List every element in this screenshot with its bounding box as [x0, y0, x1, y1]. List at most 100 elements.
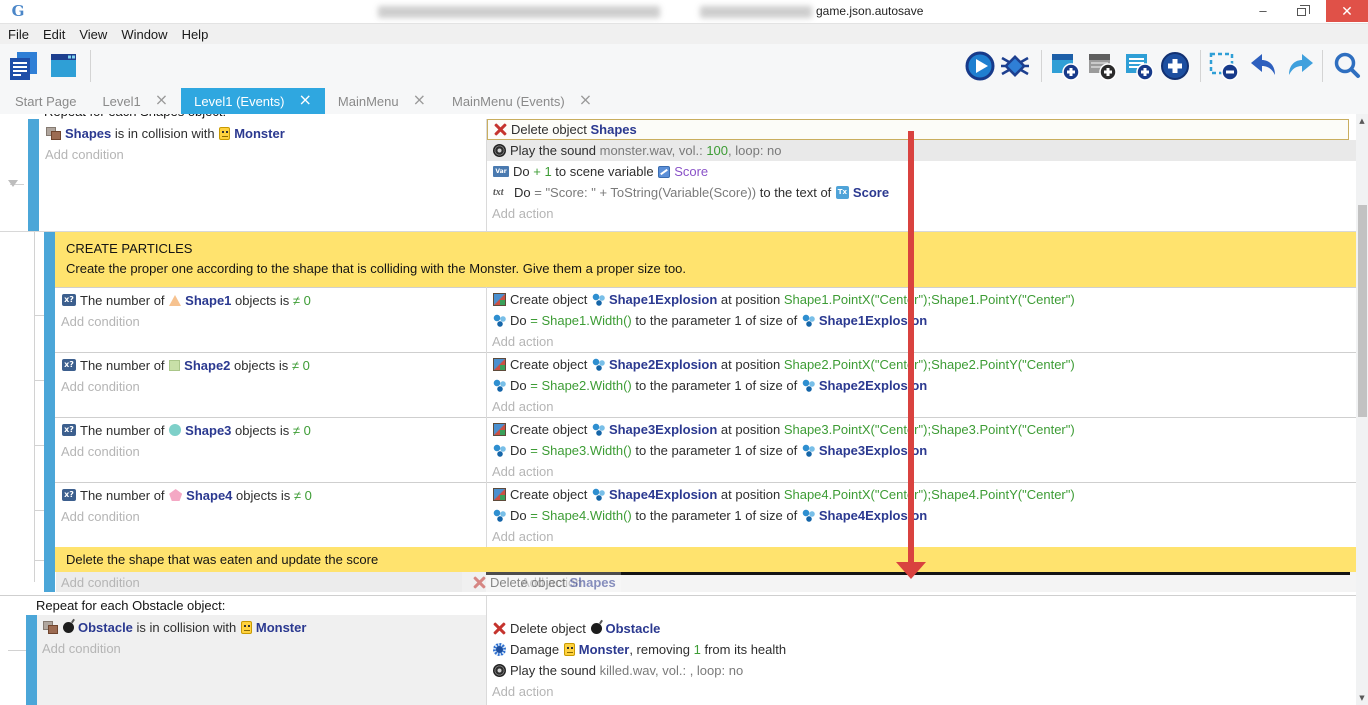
action-row[interactable]: Delete object Shapes — [487, 119, 1349, 140]
comment-block[interactable]: CREATE PARTICLES Create the proper one a… — [55, 232, 1356, 287]
add-action-button[interactable]: Add action — [487, 396, 1356, 417]
event-drag-bar[interactable] — [44, 417, 55, 482]
scene-window-button[interactable] — [46, 49, 80, 83]
action-row[interactable]: Create object Shape1Explosion at positio… — [487, 289, 1356, 310]
play-preview-button[interactable] — [963, 49, 997, 83]
action-row[interactable]: Do = Shape1.Width() to the parameter 1 o… — [487, 310, 1356, 331]
actions-cell: Delete object ObstacleDamage Monster, re… — [486, 596, 1356, 705]
add-action-button[interactable]: Add action — [487, 681, 1356, 702]
event-drag-bar[interactable] — [26, 615, 37, 705]
dragged-action-row[interactable]: Delete object Shapes — [467, 572, 616, 593]
text-segment: Play the sound — [510, 663, 600, 678]
action-row[interactable]: Create object Shape2Explosion at positio… — [487, 354, 1356, 375]
create-icon — [493, 293, 506, 306]
action-row[interactable]: Delete object Obstacle — [487, 618, 1356, 639]
add-action-button[interactable]: Add action — [487, 526, 1356, 547]
condition-row[interactable]: Shapes is in collision with Monster — [40, 123, 486, 144]
search-magnifier-button[interactable] — [1330, 49, 1364, 83]
close-tab-icon[interactable] — [579, 94, 592, 109]
tab-mainmenu-events-[interactable]: MainMenu (Events) — [439, 88, 605, 114]
particle-icon — [493, 509, 506, 522]
action-row[interactable]: Damage Monster, removing 1 from its heal… — [487, 639, 1356, 660]
redo-arrow-button[interactable] — [1284, 49, 1318, 83]
close-tab-icon[interactable] — [298, 94, 311, 109]
add-plus-circle-button[interactable] — [1158, 49, 1192, 83]
text-segment: to the parameter 1 of size of — [632, 443, 801, 458]
delete-selection-button[interactable] — [1207, 49, 1241, 83]
action-row[interactable]: Do = Shape2.Width() to the parameter 1 o… — [487, 375, 1356, 396]
add-condition-button[interactable]: Add condition — [37, 638, 486, 659]
action-row[interactable]: Do = "Score: " + ToString(Variable(Score… — [487, 182, 1356, 203]
add-condition-button[interactable]: Add condition — [40, 144, 486, 165]
condition-row[interactable]: The number of Shape3 objects is ≠ 0 — [56, 420, 486, 441]
add-action-button[interactable]: Add action — [516, 572, 1356, 593]
repeat-event-header[interactable]: Repeat for each Obstacle object: — [36, 598, 225, 613]
comment-title: CREATE PARTICLES — [66, 239, 1356, 259]
text-segment: Add action — [492, 529, 553, 544]
menu-window[interactable]: Window — [121, 27, 177, 42]
debug-bug-button[interactable] — [998, 49, 1032, 83]
comment-title: Delete the shape that was eaten and upda… — [66, 550, 1356, 569]
scroll-down-icon[interactable]: ▼ — [1356, 691, 1368, 705]
add-action-button[interactable]: Add action — [487, 331, 1356, 352]
close-button[interactable]: ✕ — [1326, 0, 1368, 22]
tab-mainmenu[interactable]: MainMenu — [325, 88, 439, 114]
event-drag-bar[interactable] — [44, 352, 55, 417]
text-segment: at position — [717, 422, 784, 437]
particle-icon — [493, 314, 506, 327]
action-row[interactable]: Play the sound killed.wav, vol.: , loop:… — [487, 660, 1356, 681]
condition-row[interactable]: The number of Shape1 objects is ≠ 0 — [56, 290, 486, 311]
menu-view[interactable]: View — [79, 27, 117, 42]
undo-arrow-button[interactable] — [1246, 49, 1280, 83]
action-row[interactable]: Do = Shape3.Width() to the parameter 1 o… — [487, 440, 1356, 461]
text-segment: = Shape2.Width() — [530, 378, 632, 393]
event-drag-bar[interactable] — [44, 232, 55, 287]
textobj-icon — [836, 186, 849, 199]
minimize-button[interactable]: – — [1246, 0, 1280, 22]
add-condition-button[interactable]: Add condition — [56, 441, 486, 462]
tab-level1[interactable]: Level1 — [89, 88, 181, 114]
add-comment-button[interactable] — [1122, 49, 1156, 83]
tab-start-page[interactable]: Start Page — [2, 88, 89, 114]
event-drag-bar[interactable] — [44, 287, 55, 352]
event-drag-bar[interactable] — [44, 482, 55, 547]
add-condition-button[interactable]: Add condition — [56, 311, 486, 332]
action-row[interactable]: Create object Shape4Explosion at positio… — [487, 484, 1356, 505]
add-action-button[interactable]: Add action — [487, 203, 1356, 224]
particle-icon — [802, 444, 815, 457]
event-drag-bar[interactable] — [44, 547, 55, 572]
condition-row[interactable]: The number of Shape2 objects is ≠ 0 — [56, 355, 486, 376]
add-action-button[interactable]: Add action — [487, 461, 1356, 482]
event-drag-bar[interactable] — [44, 572, 55, 592]
close-tab-icon[interactable] — [155, 94, 168, 109]
add-condition-button[interactable]: Add condition — [56, 376, 486, 397]
action-row[interactable]: Do = Shape4.Width() to the parameter 1 o… — [487, 505, 1356, 526]
action-row[interactable]: Play the sound monster.wav, vol.: 100, l… — [487, 140, 1356, 161]
add-condition-button[interactable]: Add condition — [56, 572, 486, 593]
scrollbar-thumb[interactable] — [1358, 205, 1367, 417]
condition-row[interactable]: Obstacle is in collision with Monster — [37, 617, 486, 638]
condition-row[interactable]: The number of Shape4 objects is ≠ 0 — [56, 485, 486, 506]
menu-file[interactable]: File — [8, 27, 39, 42]
close-tab-icon[interactable] — [413, 94, 426, 109]
menu-help[interactable]: Help — [182, 27, 219, 42]
vertical-scrollbar[interactable]: ▲ ▼ — [1356, 114, 1368, 705]
comment-block[interactable]: Delete the shape that was eaten and upda… — [55, 547, 1356, 572]
event-drag-bar[interactable] — [28, 119, 39, 231]
add-subevent-button[interactable] — [1085, 49, 1119, 83]
title-bar: G game.json.autosave – ✕ — [0, 0, 1368, 23]
project-manager-button[interactable] — [6, 49, 40, 83]
create-icon — [493, 358, 506, 371]
scroll-up-icon[interactable]: ▲ — [1356, 114, 1368, 128]
text-segment: to the parameter 1 of size of — [632, 378, 801, 393]
add-event-button[interactable] — [1048, 49, 1082, 83]
add-condition-button[interactable]: Add condition — [56, 506, 486, 527]
collapse-arrow-icon[interactable] — [8, 180, 18, 187]
action-row[interactable]: Do + 1 to scene variable Score — [487, 161, 1356, 182]
text-segment: ≠ 0 — [294, 488, 312, 503]
conditions-cell: The number of Shape1 objects is ≠ 0Add c… — [56, 287, 486, 352]
restore-button[interactable] — [1284, 0, 1318, 22]
action-row[interactable]: Create object Shape3Explosion at positio… — [487, 419, 1356, 440]
tab-level1-events-[interactable]: Level1 (Events) — [181, 88, 325, 114]
menu-edit[interactable]: Edit — [43, 27, 75, 42]
